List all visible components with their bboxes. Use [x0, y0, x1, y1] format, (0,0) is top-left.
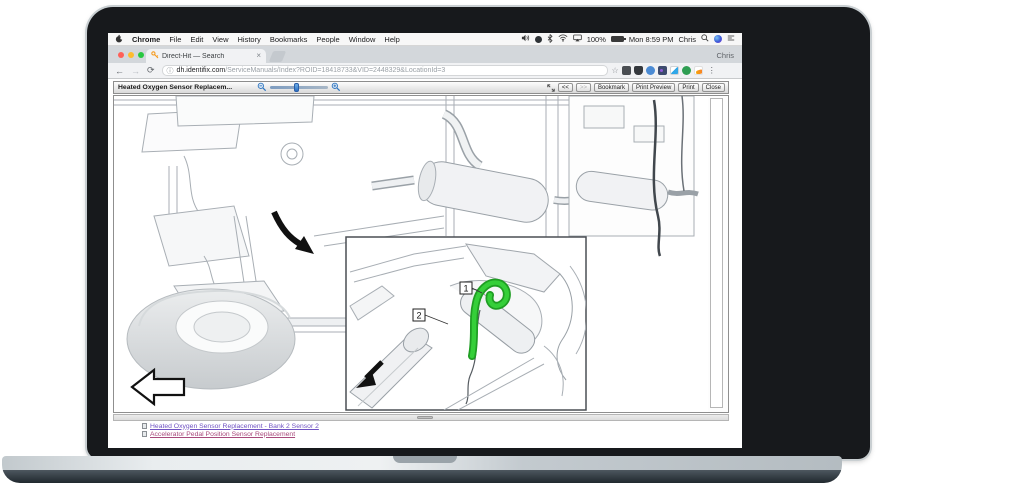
prev-image-button[interactable]: << [558, 83, 573, 92]
horizontal-scrollbar[interactable] [113, 414, 729, 421]
tab-direct-hit-search[interactable]: Direct-Hit — Search × [146, 49, 266, 63]
site-info-icon[interactable]: ⓘ [167, 66, 174, 76]
menu-item-history[interactable]: History [238, 35, 261, 44]
zoom-in-icon[interactable] [331, 79, 341, 97]
print-preview-button[interactable]: Print Preview [632, 83, 675, 92]
close-button[interactable]: Close [702, 83, 725, 92]
menu-item-file[interactable]: File [169, 35, 181, 44]
battery-icon [611, 36, 624, 42]
bookmark-button[interactable]: Bookmark [594, 83, 629, 92]
extension-icon-2[interactable] [634, 66, 643, 75]
zoom-control [257, 82, 341, 93]
pointer-arrow [274, 212, 314, 254]
siri-icon[interactable] [714, 35, 722, 43]
laptop-lid-notch [393, 456, 457, 463]
link-heated-oxygen-sensor-bank2[interactable]: Heated Oxygen Sensor Replacement - Bank … [150, 423, 319, 430]
menu-item-help[interactable]: Help [384, 35, 399, 44]
url-path: /ServiceManuals/Index?ROID=18418733&VID=… [225, 67, 445, 74]
menu-bar: Chrome File Edit View History Bookmarks … [108, 33, 742, 46]
menu-item-chrome[interactable]: Chrome [132, 35, 160, 44]
menu-bar-user[interactable]: Chris [678, 35, 696, 44]
extension-icon-5[interactable] [670, 66, 679, 75]
zoom-slider[interactable] [270, 86, 328, 89]
tab-strip: Direct-Hit — Search × Chris [108, 46, 742, 63]
window-close-button[interactable] [118, 52, 124, 58]
window-minimize-button[interactable] [128, 52, 134, 58]
apple-menu-icon[interactable] [115, 34, 123, 45]
bluetooth-icon[interactable] [547, 34, 553, 45]
battery-percent-label: 100% [587, 35, 606, 44]
extension-icon-4[interactable] [658, 66, 667, 75]
viewer-canvas[interactable]: 1 2 [113, 95, 729, 413]
link-accelerator-pedal-position[interactable]: Accelerator Pedal Position Sensor Replac… [150, 431, 295, 438]
inset-detail-box: 1 2 [346, 237, 587, 410]
menu-item-edit[interactable]: Edit [190, 35, 203, 44]
extension-icon-7[interactable] [694, 66, 703, 75]
laptop-scene: Chrome File Edit View History Bookmarks … [0, 0, 1024, 487]
back-button[interactable]: ← [115, 66, 124, 76]
svg-text:1: 1 [463, 284, 468, 294]
browser-menu-icon[interactable]: ⋮ [708, 66, 716, 75]
page-content: Heated Oxygen Sensor Replacem... << > [108, 79, 742, 448]
print-button[interactable]: Print [678, 83, 698, 92]
laptop-screen: Chrome File Edit View History Bookmarks … [108, 33, 742, 448]
zoom-slider-thumb[interactable] [294, 83, 299, 92]
notification-center-icon[interactable] [727, 34, 735, 44]
menu-item-view[interactable]: View [212, 35, 228, 44]
url-host: dh.identifix.com [177, 67, 226, 74]
window-zoom-button[interactable] [138, 52, 144, 58]
extension-icon-1[interactable] [622, 66, 631, 75]
menu-item-window[interactable]: Window [349, 35, 376, 44]
service-diagram: 1 2 [114, 96, 708, 412]
tab-favicon-key-icon [151, 51, 159, 61]
extension-icon-6[interactable] [682, 66, 691, 75]
browser-profile-name[interactable]: Chris [716, 49, 734, 63]
viewer-toolbar: Heated Oxygen Sensor Replacem... << > [113, 81, 729, 94]
address-bar: ← → ⟳ ⓘ dh.identifix.com/ServiceManuals/… [108, 63, 742, 79]
forward-button[interactable]: → [131, 66, 140, 76]
extension-icon-3[interactable] [646, 66, 655, 75]
horizontal-scrollbar-thumb[interactable] [417, 416, 433, 419]
list-item: Accelerator Pedal Position Sensor Replac… [142, 430, 319, 438]
tab-close-icon[interactable]: × [256, 52, 261, 60]
document-icon [142, 431, 147, 437]
reload-button[interactable]: ⟳ [147, 65, 155, 76]
list-item: Heated Oxygen Sensor Replacement - Bank … [142, 422, 319, 430]
bookmark-star-icon[interactable]: ☆ [612, 66, 619, 75]
viewer-side-gutter [708, 96, 728, 412]
zoom-out-icon[interactable] [257, 79, 267, 97]
tab-title: Direct-Hit — Search [162, 53, 256, 60]
spotlight-search-icon[interactable] [701, 34, 709, 44]
related-links: Heated Oxygen Sensor Replacement - Bank … [142, 422, 319, 438]
fit-screen-icon[interactable] [547, 79, 555, 97]
url-input[interactable]: ⓘ dh.identifix.com/ServiceManuals/Index?… [162, 65, 608, 76]
menu-item-people[interactable]: People [316, 35, 339, 44]
menu-bar-clock[interactable]: Mon 8:59 PM [629, 35, 674, 44]
volume-icon[interactable] [521, 34, 530, 44]
vertical-scroll-track[interactable] [710, 98, 723, 408]
laptop-base-edge [2, 470, 842, 483]
menu-item-bookmarks[interactable]: Bookmarks [270, 35, 308, 44]
app-status-icon[interactable] [535, 36, 542, 43]
wifi-icon[interactable] [558, 34, 568, 44]
airplay-display-icon[interactable] [573, 34, 582, 44]
viewer-title: Heated Oxygen Sensor Replacem... [118, 82, 232, 93]
laptop-base [2, 456, 842, 483]
next-image-button[interactable]: >> [576, 83, 591, 92]
svg-text:2: 2 [416, 311, 421, 321]
new-tab-button[interactable] [269, 51, 286, 62]
document-icon [142, 423, 147, 429]
